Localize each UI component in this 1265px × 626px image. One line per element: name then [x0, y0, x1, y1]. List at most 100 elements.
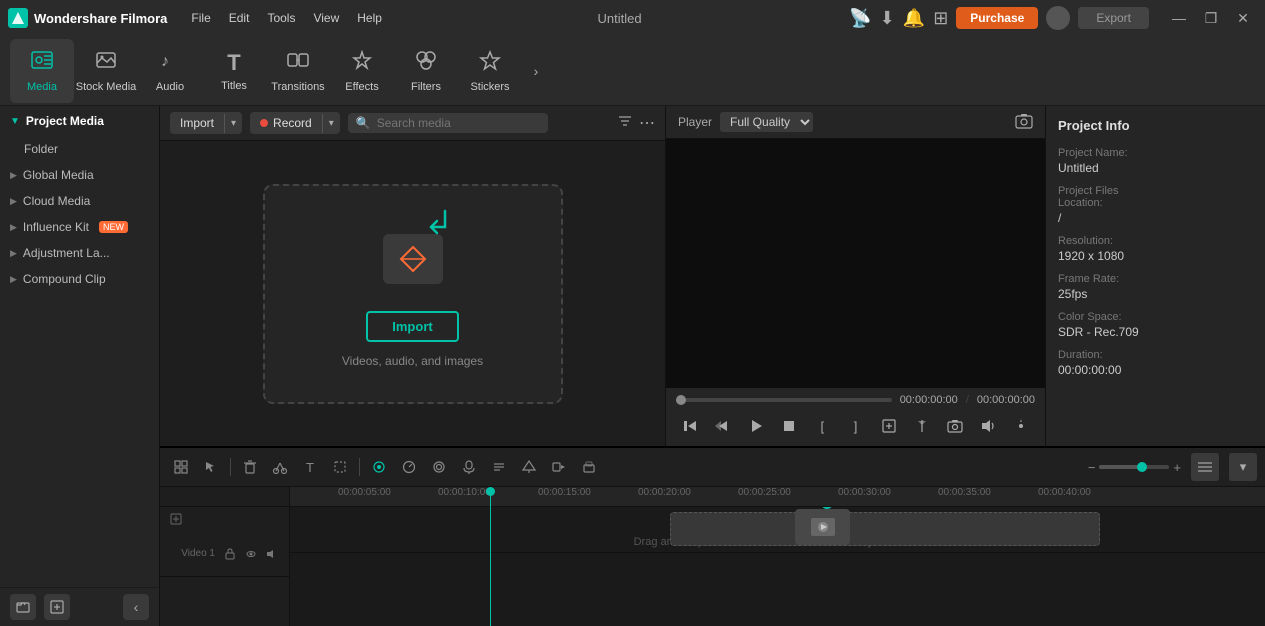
sidebar-folder[interactable]: Folder: [0, 136, 159, 162]
add-marker-button[interactable]: [516, 454, 542, 480]
crop-button[interactable]: [327, 454, 353, 480]
sidebar-influence-kit[interactable]: ▶ Influence Kit NEW: [0, 214, 159, 240]
audio-icon: ♪: [158, 49, 182, 77]
cut-button[interactable]: [267, 454, 293, 480]
quality-select[interactable]: Full Quality 1/2 Quality 1/4 Quality: [720, 112, 813, 132]
delete-button[interactable]: [237, 454, 263, 480]
toolbar-stock-media[interactable]: Stock Media: [74, 39, 138, 103]
sidebar-adjustment[interactable]: ▶ Adjustment La...: [0, 240, 159, 266]
zoom-in-icon[interactable]: +: [1173, 460, 1181, 475]
zoom-slider[interactable]: [1099, 465, 1169, 469]
media-toolbar-icons: ⋯: [617, 113, 655, 133]
zoom-handle[interactable]: [1137, 462, 1147, 472]
composite-button[interactable]: [576, 454, 602, 480]
clip-thumbnail: [809, 516, 837, 538]
loop-button[interactable]: [366, 454, 392, 480]
mark-in-button[interactable]: [: [809, 412, 836, 440]
play-button[interactable]: [742, 412, 769, 440]
import-dropdown[interactable]: Import ▾: [170, 112, 242, 134]
player-controls-row: [ ]: [676, 412, 1035, 440]
ruler-mark-2: 00:00:15:00: [538, 487, 591, 498]
ruler-mark-5: 00:00:30:00: [838, 487, 891, 498]
zoom-out-icon[interactable]: −: [1088, 460, 1096, 475]
record-button[interactable]: Record: [250, 112, 322, 134]
toolbar-titles[interactable]: T Titles: [202, 39, 266, 103]
sidebar-cloud-media[interactable]: ▶ Cloud Media: [0, 188, 159, 214]
multicam-button[interactable]: [546, 454, 572, 480]
player-progress-bar[interactable]: [676, 398, 892, 402]
tts-button[interactable]: [486, 454, 512, 480]
record-chevron[interactable]: ▾: [322, 114, 340, 133]
toolbar-media[interactable]: Media: [10, 39, 74, 103]
record-dropdown[interactable]: Record ▾: [250, 112, 340, 134]
add-to-timeline-button[interactable]: [875, 412, 902, 440]
search-icon: 🔍: [356, 116, 371, 130]
player-snapshot-button[interactable]: [1015, 113, 1033, 132]
toolbar-audio[interactable]: ♪ Audio: [138, 39, 202, 103]
sidebar-compound-clip[interactable]: ▶ Compound Clip: [0, 266, 159, 292]
dragged-clip[interactable]: [795, 509, 850, 545]
track-number: Video 1: [181, 548, 215, 559]
search-input[interactable]: [377, 116, 540, 130]
import-dropzone: Import Videos, audio, and images: [263, 184, 563, 404]
zoom-fill: [1099, 465, 1138, 469]
close-button[interactable]: ✕: [1229, 8, 1257, 28]
filter-icon[interactable]: [617, 113, 633, 133]
menu-bar: File Edit Tools View Help: [183, 7, 390, 29]
import-button[interactable]: Import: [170, 112, 224, 134]
record-dot-icon: [260, 119, 268, 127]
download-icon[interactable]: ⬇: [880, 8, 895, 29]
add-media-button[interactable]: [44, 594, 70, 620]
menu-help[interactable]: Help: [349, 7, 390, 29]
track-visible-button[interactable]: [242, 545, 260, 563]
info-project-name: Project Name: Untitled: [1058, 147, 1253, 175]
search-bar[interactable]: 🔍: [348, 113, 548, 133]
minimize-button[interactable]: —: [1165, 8, 1193, 28]
export-button[interactable]: Export: [1078, 7, 1149, 29]
import-main-button[interactable]: Import: [366, 311, 458, 342]
add-folder-button[interactable]: [10, 594, 36, 620]
maximize-button[interactable]: ❐: [1197, 8, 1225, 28]
more-icon[interactable]: ⋯: [639, 113, 655, 133]
player-settings-button[interactable]: [1008, 412, 1035, 440]
avatar[interactable]: [1046, 6, 1070, 30]
menu-tools[interactable]: Tools: [259, 7, 303, 29]
sidebar-global-media[interactable]: ▶ Global Media: [0, 162, 159, 188]
skip-back-button[interactable]: [676, 412, 703, 440]
notification-icon[interactable]: 🔔: [903, 8, 925, 29]
mask-button[interactable]: [426, 454, 452, 480]
progress-knob[interactable]: [676, 395, 686, 405]
sidebar-header: ▼ Project Media: [0, 106, 159, 136]
purchase-button[interactable]: Purchase: [956, 7, 1038, 29]
menu-file[interactable]: File: [183, 7, 218, 29]
audio-button[interactable]: [975, 412, 1002, 440]
step-back-button[interactable]: [709, 412, 736, 440]
speed-button[interactable]: [396, 454, 422, 480]
toolbar-effects[interactable]: Effects: [330, 39, 394, 103]
collapse-sidebar-button[interactable]: ‹: [123, 594, 149, 620]
menu-edit[interactable]: Edit: [221, 7, 258, 29]
record-audio-button[interactable]: [456, 454, 482, 480]
split-button[interactable]: [908, 412, 935, 440]
broadcast-icon[interactable]: 📡: [849, 8, 871, 29]
menu-view[interactable]: View: [305, 7, 347, 29]
scene-detect-button[interactable]: [168, 454, 194, 480]
snapshot-button[interactable]: [941, 412, 968, 440]
toolbar-filters[interactable]: Filters: [394, 39, 458, 103]
toolbar-transitions[interactable]: Transitions: [266, 39, 330, 103]
timeline-more-button[interactable]: ▾: [1229, 453, 1257, 481]
grid-icon[interactable]: ⊞: [933, 8, 948, 29]
track-audio-button[interactable]: [263, 545, 281, 563]
toolbar-stickers[interactable]: Stickers: [458, 39, 522, 103]
select-tool-button[interactable]: [198, 454, 224, 480]
toolbar-more[interactable]: ›: [526, 63, 546, 79]
info-duration: Duration: 00:00:00:00: [1058, 349, 1253, 377]
add-track-row[interactable]: [160, 507, 289, 531]
mark-out-button[interactable]: ]: [842, 412, 869, 440]
import-chevron[interactable]: ▾: [224, 114, 242, 133]
text-tool-button[interactable]: T: [297, 454, 323, 480]
track-lock-button[interactable]: [221, 545, 239, 563]
stop-button[interactable]: [776, 412, 803, 440]
timeline-side: Video 1: [160, 487, 290, 626]
timeline-layout-button[interactable]: [1191, 453, 1219, 481]
